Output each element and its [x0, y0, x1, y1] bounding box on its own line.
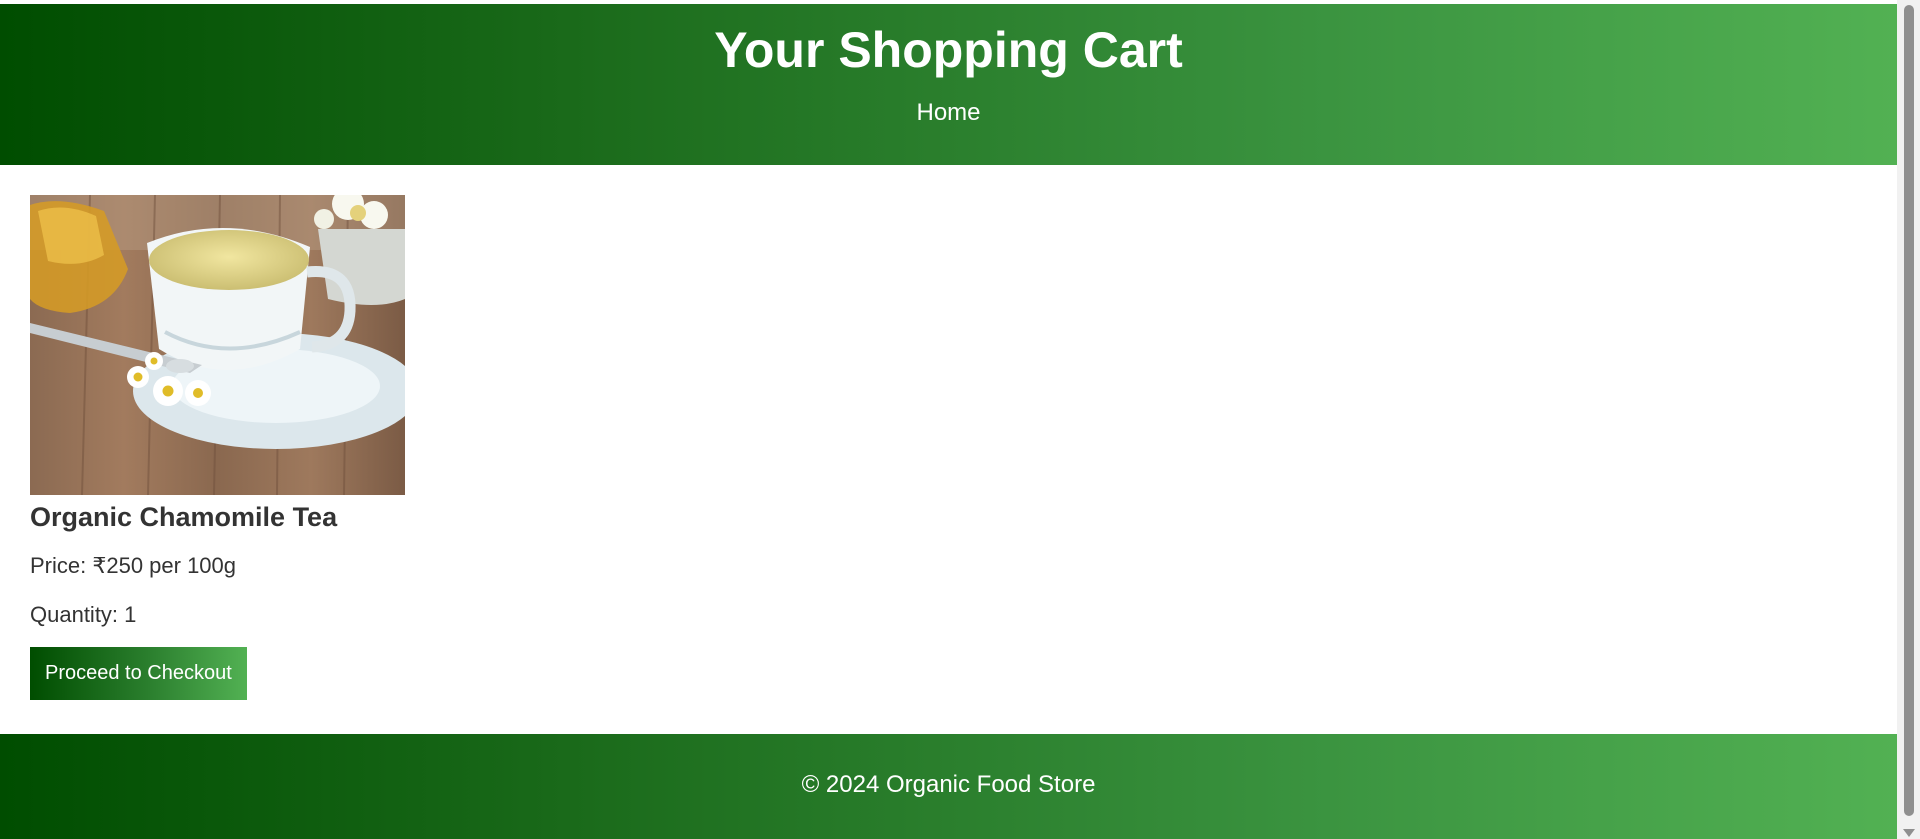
site-footer: © 2024 Organic Food Store [0, 734, 1897, 839]
main-navigation: Home [0, 98, 1897, 128]
vertical-scrollbar[interactable] [1897, 0, 1920, 839]
footer-copyright: © 2024 Organic Food Store [801, 771, 1096, 798]
nav-home-link[interactable]: Home [916, 99, 980, 126]
scroll-down-arrow-icon[interactable] [1903, 829, 1915, 837]
page: Your Shopping Cart Home Organic Chamomil… [0, 0, 1897, 839]
site-header: Your Shopping Cart Home [0, 4, 1897, 165]
product-name: Organic Chamomile Tea [30, 502, 338, 532]
product-price: Price: ₹250 per 100g [30, 553, 237, 578]
page-title: Your Shopping Cart [714, 22, 1183, 78]
cart-item: Organic Chamomile Tea Price: ₹250 per 10… [30, 195, 406, 700]
cart-content: Organic Chamomile Tea Price: ₹250 per 10… [0, 165, 1897, 704]
scrollbar-thumb[interactable] [1904, 5, 1914, 816]
proceed-to-checkout-button[interactable]: Proceed to Checkout [30, 647, 247, 700]
product-image [30, 195, 405, 495]
product-quantity: Quantity: 1 [30, 602, 137, 627]
browser-viewport: Your Shopping Cart Home Organic Chamomil… [0, 0, 1920, 839]
